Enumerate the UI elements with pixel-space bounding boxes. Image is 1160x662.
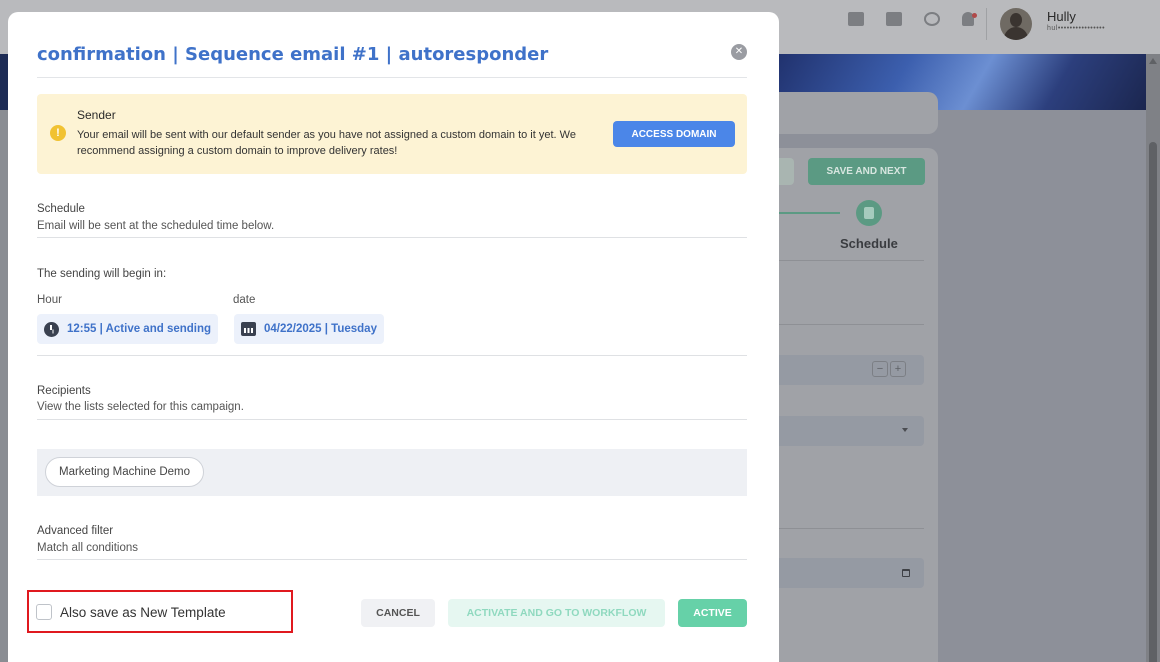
minus-icon: − xyxy=(872,361,888,377)
plus-icon: + xyxy=(890,361,906,377)
close-icon[interactable]: ✕ xyxy=(731,44,747,60)
save-and-next-button: SAVE AND NEXT xyxy=(808,158,925,185)
activate-and-go-to-workflow-button[interactable]: ACTIVATE AND GO TO WORKFLOW xyxy=(448,599,665,627)
schedule-subtitle: Email will be sent at the scheduled time… xyxy=(37,220,275,232)
schedule-label: Schedule xyxy=(37,203,85,215)
calendar-icon xyxy=(241,322,256,336)
background-select xyxy=(770,416,924,446)
cancel-button[interactable]: CANCEL xyxy=(361,599,435,627)
background-card xyxy=(770,92,938,134)
date-value: 04/22/2025 | Tuesday xyxy=(264,323,377,335)
advanced-filter-subtitle: Match all conditions xyxy=(37,542,138,554)
date-picker[interactable]: 04/22/2025 | Tuesday xyxy=(234,314,384,344)
chevron-down-icon xyxy=(902,428,908,432)
headset-icon[interactable] xyxy=(924,12,940,26)
warning-icon: ! xyxy=(50,125,66,141)
video-icon[interactable] xyxy=(886,12,902,26)
scroll-up-arrow-icon[interactable] xyxy=(1149,58,1157,64)
calendar-icon xyxy=(902,569,910,577)
divider xyxy=(986,8,987,40)
email-confirmation-modal: confirmation | Sequence email #1 | autor… xyxy=(8,12,779,662)
divider xyxy=(37,419,747,420)
progress-line xyxy=(770,212,840,214)
access-domain-button[interactable]: ACCESS DOMAIN xyxy=(613,121,735,147)
divider xyxy=(37,355,747,356)
recipient-lists: Marketing Machine Demo xyxy=(37,449,747,496)
scrollbar-thumb[interactable] xyxy=(1149,142,1157,662)
divider xyxy=(770,260,924,261)
sending-begin-label: The sending will begin in: xyxy=(37,268,167,280)
divider xyxy=(37,559,747,560)
date-label: date xyxy=(233,294,256,306)
divider xyxy=(37,77,747,78)
clock-icon xyxy=(44,321,59,337)
page-scrollbar[interactable] xyxy=(1146,54,1160,662)
divider xyxy=(770,528,924,529)
modal-title: confirmation | Sequence email #1 | autor… xyxy=(37,44,549,65)
notice-text: Your email will be sent with our default… xyxy=(77,129,576,157)
schedule-step-label: Schedule xyxy=(840,236,898,251)
user-name: Hully xyxy=(1047,9,1076,24)
book-icon[interactable] xyxy=(848,12,864,26)
save-as-template-option[interactable]: Also save as New Template xyxy=(36,604,226,620)
recipients-label: Recipients xyxy=(37,385,91,397)
background-date-input xyxy=(770,558,924,588)
notice-title: Sender xyxy=(77,108,116,122)
banner-edge xyxy=(0,54,8,110)
recipients-subtitle: View the lists selected for this campaig… xyxy=(37,401,244,413)
hour-value: 12:55 | Active and sending xyxy=(67,323,212,335)
advanced-filter-label: Advanced filter xyxy=(37,525,114,537)
schedule-step-icon xyxy=(856,200,882,226)
divider xyxy=(770,324,924,325)
hour-picker[interactable]: 12:55 | Active and sending xyxy=(37,314,219,344)
user-email: hul•••••••••••••••• xyxy=(1047,25,1106,32)
background-stepper: − + xyxy=(872,361,906,377)
save-as-template-checkbox[interactable] xyxy=(36,604,52,620)
sender-notice: ! Sender Your email will be sent with ou… xyxy=(37,94,747,174)
active-button[interactable]: ACTIVE xyxy=(678,599,747,627)
divider xyxy=(37,237,747,238)
avatar[interactable] xyxy=(1000,8,1032,40)
hour-label: Hour xyxy=(37,294,62,306)
list-chip[interactable]: Marketing Machine Demo xyxy=(45,457,205,487)
save-as-template-label[interactable]: Also save as New Template xyxy=(60,605,226,620)
top-bar-icons xyxy=(848,12,977,26)
bell-icon[interactable] xyxy=(962,12,977,26)
